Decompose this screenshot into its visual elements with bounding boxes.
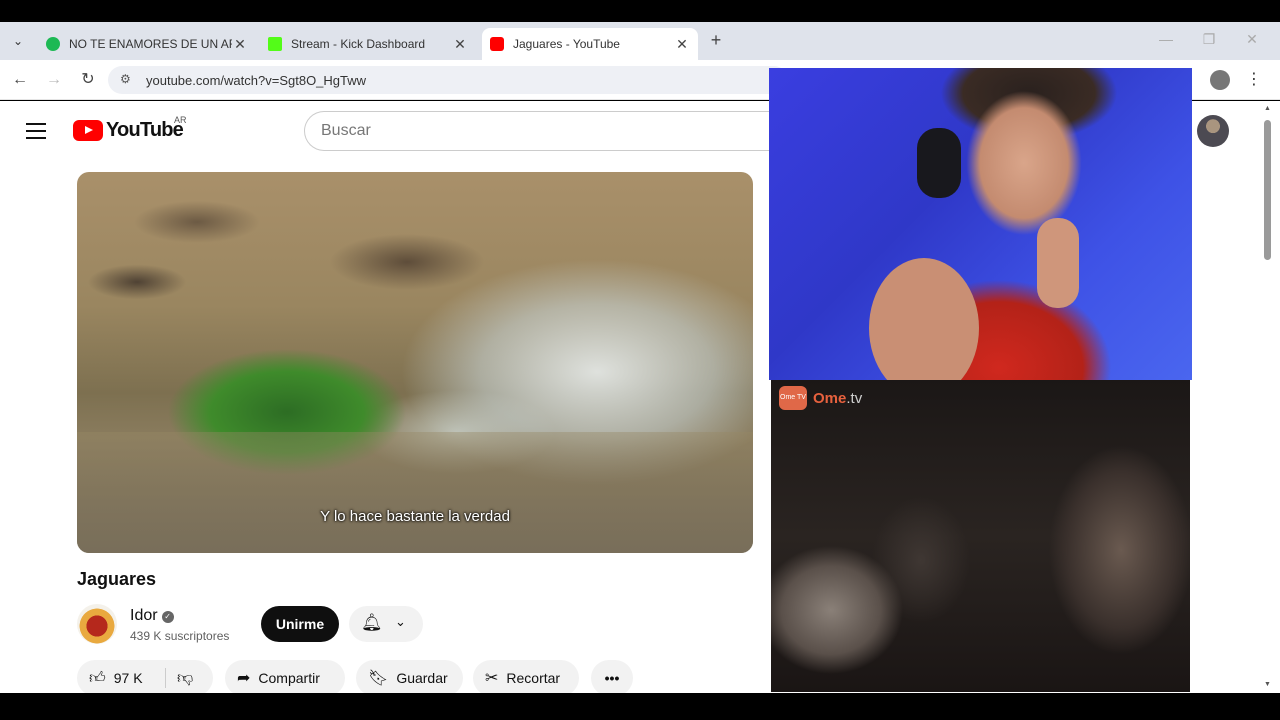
url-text[interactable]: youtube.com/watch?v=Sgt8O_HgTww [146,73,366,88]
site-settings-icon[interactable]: ⚙ [120,72,136,88]
webcam-overlay [769,68,1192,380]
spotify-icon [46,37,60,51]
share-icon: ➦ [237,670,251,687]
like-divider [165,668,166,688]
clip-button[interactable]: ✂ Recortar [473,660,579,693]
youtube-logo-text: YouTube [106,119,184,141]
browser-profile-avatar[interactable] [1210,70,1230,90]
menu-hamburger-icon[interactable] [26,123,46,139]
subscriber-count: 439 K suscriptores [130,629,230,643]
back-arrow-icon[interactable]: ← [10,70,30,90]
join-button[interactable]: Unirme [261,606,339,642]
minimize-icon[interactable]: — [1154,31,1178,47]
youtube-icon [490,37,504,51]
close-icon[interactable]: ✕ [232,36,248,53]
webcam-headset [917,128,961,198]
close-window-icon[interactable]: ✕ [1240,31,1264,48]
like-dislike-group: 👍︎ 97 K 👎︎ [77,660,213,693]
ometv-suffix: .tv [846,389,863,407]
search-placeholder: Buscar [321,122,371,139]
channel-avatar[interactable] [77,604,117,644]
tab-title: Jaguares - YouTube [513,37,620,51]
close-icon[interactable]: ✕ [674,36,690,53]
scissors-icon: ✂ [485,670,499,687]
forward-arrow-icon[interactable]: → [44,70,64,90]
video-frame-rocks [77,172,753,322]
browser-tab-strip: ⌄ NO TE ENAMORES DE UN ARTI ✕ Stream - K… [0,22,1280,60]
youtube-logo[interactable]: YouTube [73,119,184,142]
new-tab-plus-icon[interactable]: + [706,31,726,51]
scroll-up-arrow-icon[interactable]: ▲ [1262,104,1273,114]
webcam-person-arm [869,258,979,380]
ometv-logo: Ome TV Ome.tv [779,386,862,410]
like-count[interactable]: 97 K [114,670,143,686]
video-frame-water [77,432,753,553]
notifications-button[interactable]: 🔔︎ ⌄ [349,606,423,642]
country-code: AR [174,115,187,125]
close-icon[interactable]: ✕ [452,36,468,53]
bookmark-icon: 🔖︎ [368,670,389,687]
screen: ⌄ NO TE ENAMORES DE UN ARTI ✕ Stream - K… [0,0,1280,720]
save-label: Guardar [396,670,448,686]
bell-icon: 🔔︎ [361,613,383,632]
ometv-badge-icon: Ome TV [779,386,807,410]
video-caption: Y lo hace bastante la verdad [320,508,510,525]
tab-search-chevron-icon[interactable]: ⌄ [8,31,28,51]
restore-icon[interactable]: ❐ [1197,31,1221,48]
webcam-person-hand [1037,218,1079,308]
channel-name[interactable]: Idor [130,607,158,624]
browser-menu-dots-icon[interactable]: ⋮ [1246,70,1262,90]
kick-icon [268,37,282,51]
verified-check-icon: ✓ [161,611,174,623]
tab-youtube[interactable]: Jaguares - YouTube ✕ [482,28,698,60]
tab-title: NO TE ENAMORES DE UN ARTI [69,37,232,51]
account-avatar[interactable] [1197,115,1229,147]
youtube-play-icon [73,120,103,141]
clip-label: Recortar [506,670,561,686]
scroll-down-arrow-icon[interactable]: ▼ [1262,680,1273,690]
chevron-down-icon: ⌄ [395,614,406,629]
ometv-video-overlay: Ome TV Ome.tv [771,380,1190,692]
video-title: Jaguares [77,569,157,589]
reload-icon[interactable]: ↻ [78,70,98,90]
more-dots-icon: ••• [604,670,620,686]
tab-title: Stream - Kick Dashboard [291,37,426,51]
ometv-wordmark: Ome.tv [813,390,862,407]
like-icon[interactable]: 👍︎ [89,669,106,688]
ometv-brand: Ome [813,389,847,407]
video-player[interactable]: Y lo hace bastante la verdad [77,172,753,553]
scrollbar-thumb[interactable] [1264,120,1271,260]
save-button[interactable]: 🔖︎ Guardar [356,660,463,693]
tab-kick-dashboard[interactable]: Stream - Kick Dashboard ✕ [260,28,476,60]
channel-name-row[interactable]: Idor ✓ [130,607,174,625]
tab-spotify[interactable]: NO TE ENAMORES DE UN ARTI ✕ [38,28,256,60]
more-actions-button[interactable]: ••• [591,660,633,693]
share-button[interactable]: ➦ Compartir [225,660,345,693]
search-input[interactable]: Buscar [304,111,784,151]
url-omnibox[interactable]: ⚙ youtube.com/watch?v=Sgt8O_HgTww [108,66,788,94]
share-label: Compartir [258,670,320,686]
dislike-icon[interactable]: 👎︎ [177,669,193,688]
